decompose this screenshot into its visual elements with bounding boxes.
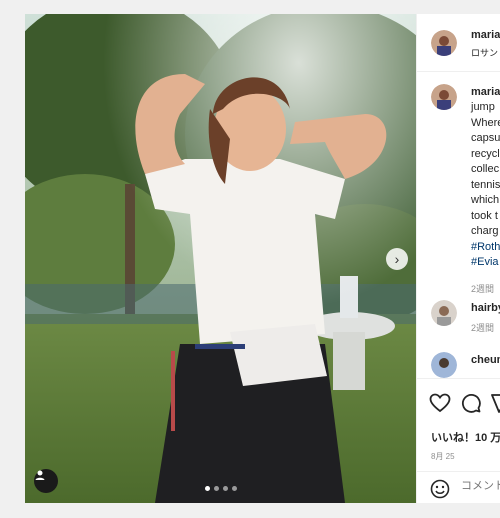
caption-line: which	[471, 194, 500, 206]
caption-line: recycl	[471, 147, 500, 160]
comment-input[interactable]	[461, 480, 500, 492]
emoji-button[interactable]	[430, 479, 450, 503]
caption-text: jump Where capsu recycl collec tennis wh…	[471, 100, 500, 271]
carousel-dot	[232, 486, 237, 491]
comment-timestamp[interactable]: 2週間	[471, 321, 494, 334]
comment-username[interactable]: hairby	[471, 302, 500, 314]
next-photo-button[interactable]: ›	[386, 248, 408, 270]
share-button[interactable]	[491, 393, 500, 418]
like-count[interactable]: いいね！10 万	[431, 429, 500, 445]
caption-line: tennis	[471, 178, 500, 191]
hashtag-link[interactable]: #Evia	[471, 255, 500, 271]
caption-timestamp[interactable]: 2週間	[471, 282, 494, 295]
comment-bubble-icon	[462, 394, 481, 413]
post-header: maria ロサン	[417, 14, 500, 72]
post-photo[interactable]: ›	[25, 14, 416, 503]
post-side-panel: maria ロサン maria jump Where capsu recycl …	[416, 14, 500, 503]
carousel-dot	[214, 486, 219, 491]
like-button[interactable]	[429, 393, 451, 418]
carousel-dot	[223, 486, 228, 491]
caption-line: took t	[471, 209, 498, 222]
photo-image	[25, 14, 416, 503]
caption-username[interactable]: maria	[471, 86, 500, 98]
comment-username[interactable]: cheun	[471, 354, 500, 366]
caption-line: jump	[471, 101, 495, 113]
post-location[interactable]: ロサン	[471, 46, 498, 59]
author-username[interactable]: maria	[471, 29, 500, 41]
carousel-dot-active	[205, 486, 210, 491]
caption-line: capsu	[471, 132, 500, 144]
paper-plane-icon	[491, 394, 500, 413]
smiley-icon	[430, 479, 450, 499]
user-tag-icon	[35, 470, 45, 480]
comment-button[interactable]	[461, 393, 481, 418]
comment-composer	[417, 471, 500, 503]
author-avatar[interactable]	[431, 30, 457, 56]
post-date: 8月 25	[431, 452, 455, 461]
comment-avatar[interactable]	[431, 352, 457, 378]
caption-line: charg	[471, 225, 499, 237]
comment-avatar[interactable]	[431, 300, 457, 326]
hashtag-link[interactable]: #Roth	[471, 240, 500, 256]
caption-line: collec	[471, 163, 500, 175]
carousel-indicator	[205, 486, 237, 491]
heart-icon	[429, 393, 451, 413]
post-modal: › maria ロサン maria jump Wher capsu recycl…	[25, 14, 500, 503]
post-actions: いいね！10 万 8月 25	[417, 378, 500, 502]
caption-avatar[interactable]	[431, 84, 457, 110]
caption-line: Where	[471, 116, 500, 129]
chevron-right-icon: ›	[394, 251, 400, 267]
user-tag-button[interactable]	[34, 469, 58, 493]
